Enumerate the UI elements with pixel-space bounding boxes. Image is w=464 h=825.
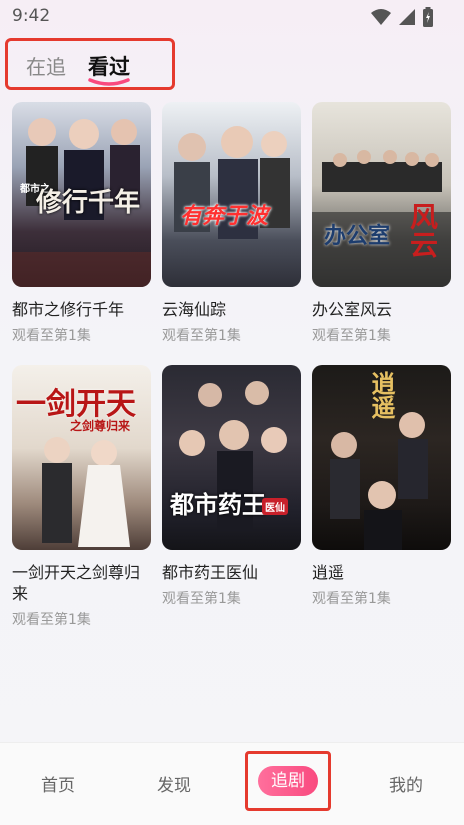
nav-follow-highlight: 追剧 (245, 751, 331, 811)
show-title[interactable]: 都市之修行千年 (12, 299, 151, 320)
show-progress: 观看至第1集 (312, 591, 391, 607)
poster-title-text: 办公室 (324, 223, 391, 249)
poster-small-text: 医仙 (262, 498, 288, 515)
show-progress: 观看至第1集 (12, 328, 91, 344)
nav-home[interactable]: 首页 (41, 771, 75, 796)
show-card[interactable]: 办公室 风云 办公室风云 观看至第1集 (312, 102, 451, 345)
poster-title-text: 逍遥 (367, 371, 396, 419)
tab-following[interactable]: 在追 (26, 51, 66, 80)
poster-image[interactable]: 都市药王 医仙 (162, 365, 301, 550)
poster-title-text: 都市药王 (170, 490, 266, 519)
show-card[interactable]: 逍遥 逍遥 观看至第1集 (312, 365, 451, 608)
show-title[interactable]: 一剑开天之剑尊归来 (12, 562, 151, 604)
poster-art (179, 381, 287, 531)
wifi-icon (370, 8, 392, 30)
tab-bar: 在追 看过 (5, 38, 175, 90)
tab-active-indicator (88, 78, 130, 86)
nav-discover[interactable]: 发现 (157, 771, 191, 796)
show-title[interactable]: 办公室风云 (312, 299, 451, 320)
poster-image[interactable]: 办公室 风云 (312, 102, 451, 287)
show-title[interactable]: 云海仙踪 (162, 299, 301, 320)
show-progress: 观看至第1集 (162, 591, 241, 607)
status-bar: 9:42 (0, 0, 464, 32)
poster-art (174, 126, 290, 239)
poster-image[interactable]: 都市之 修行千年 (12, 102, 151, 287)
nav-follow[interactable]: 追剧 (258, 766, 318, 796)
show-progress: 观看至第1集 (12, 612, 91, 628)
show-card[interactable]: 一剑开天 之剑尊归来 一剑开天之剑尊归来 观看至第1集 (12, 365, 151, 629)
show-title[interactable]: 逍遥 (312, 562, 451, 583)
show-card[interactable]: 有奔于波 云海仙踪 观看至第1集 (162, 102, 301, 345)
status-time: 9:42 (12, 6, 51, 26)
show-progress: 观看至第1集 (312, 328, 391, 344)
poster-image[interactable]: 有奔于波 (162, 102, 301, 287)
show-card[interactable]: 都市之 修行千年 都市之修行千年 观看至第1集 (12, 102, 151, 345)
nav-mine[interactable]: 我的 (389, 771, 423, 796)
poster-image[interactable]: 逍遥 (312, 365, 451, 550)
bottom-nav: 首页 发现 追剧 我的 (0, 742, 464, 825)
poster-subtitle-text: 风云 (406, 202, 439, 258)
show-progress: 观看至第1集 (162, 328, 241, 344)
poster-image[interactable]: 一剑开天 之剑尊归来 (12, 365, 151, 550)
poster-title-text: 修行千年 (36, 188, 141, 218)
battery-icon (422, 7, 434, 31)
show-card[interactable]: 都市药王 医仙 都市药王医仙 观看至第1集 (162, 365, 301, 608)
signal-icon (398, 8, 416, 30)
poster-title-text: 有奔于波 (180, 203, 269, 229)
status-icons (370, 7, 434, 31)
poster-small-text: 之剑尊归来 (70, 419, 131, 433)
poster-art (312, 150, 451, 287)
show-title[interactable]: 都市药王医仙 (162, 562, 301, 583)
